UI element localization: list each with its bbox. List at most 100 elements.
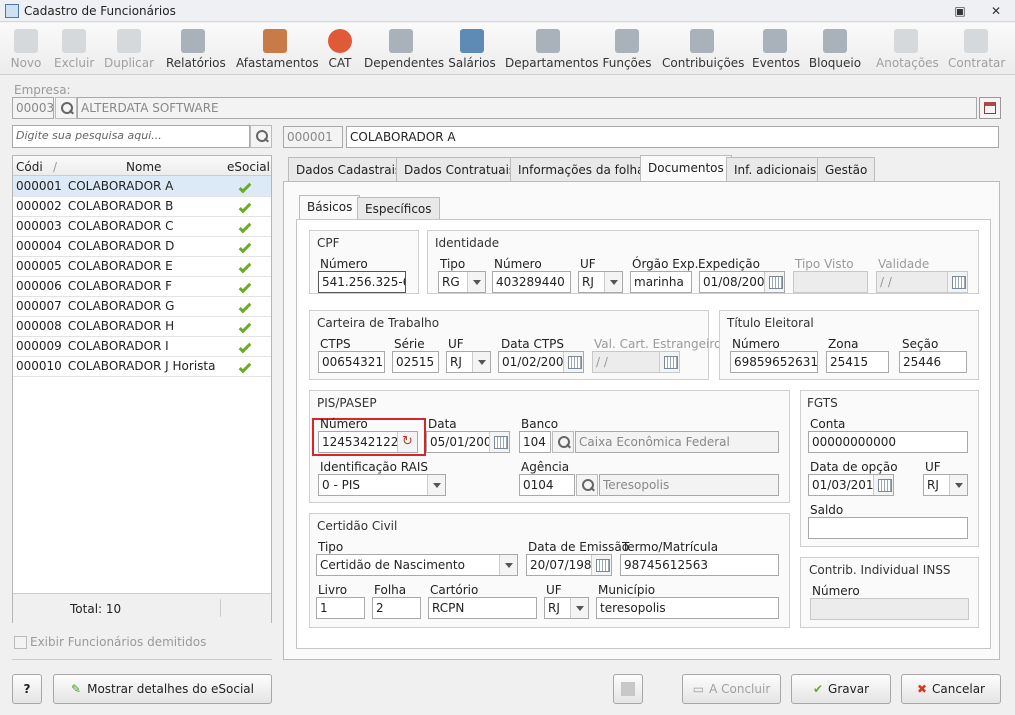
search-icon[interactable] [250,125,272,148]
identidade-tipo-select[interactable]: RG [438,271,486,293]
calendar-icon[interactable] [764,272,784,292]
certidao-emissao-input[interactable]: 20/07/1982 [526,554,612,576]
toolbar-eventos-button[interactable]: Eventos [752,29,800,73]
attach-icon [621,682,635,696]
identidade-numero-input[interactable]: 403289440 [492,271,571,293]
calendar-icon[interactable] [489,432,509,452]
toolbar-funcoes-button[interactable]: Funções [601,29,653,73]
table-row[interactable]: 000008 COLABORADOR H [13,316,271,337]
pis-banco-input[interactable]: 104 [519,431,551,453]
show-dismissed-checkbox[interactable] [14,636,27,649]
toolbar-excluir-button[interactable]: Excluir [54,29,94,73]
cpf-numero-input[interactable]: 541.256.325-69 [318,271,406,293]
pis-banco-label: Banco [521,417,559,431]
tab-informacoes-folha[interactable]: Informações da folha [510,157,653,181]
ctps-input[interactable]: 00654321 [318,351,385,373]
table-row[interactable]: 000002 COLABORADOR B [13,196,271,217]
table-row[interactable]: 000009 COLABORADOR I [13,336,271,357]
table-row[interactable]: 000005 COLABORADOR E [13,256,271,277]
check-icon [238,240,252,254]
col-header-esocial[interactable]: eSocial [227,160,270,174]
employee-table: 000001 COLABORADOR A 000002 COLABORADOR B 00… [13,176,271,377]
subtab-basicos[interactable]: Básicos [299,195,361,219]
tab-gestao[interactable]: Gestão [817,157,876,181]
row-name: COLABORADOR F [64,276,225,297]
titulo-numero-input[interactable]: 69859652631156 [730,351,818,373]
identidade-uf-select[interactable]: RJ [578,271,623,293]
titulo-zona-input[interactable]: 25415 [826,351,889,373]
close-icon[interactable]: ✕ [988,3,1004,19]
ctps-data-input[interactable]: 01/02/2001 [498,351,584,373]
refresh-icon[interactable]: ↻ [397,432,417,452]
row-code: 000004 [13,236,65,257]
attach-button[interactable] [613,674,643,704]
ctps-uf-select[interactable]: RJ [446,351,491,373]
certidao-tipo-select[interactable]: Certidão de Nascimento [316,554,518,576]
col-header-code[interactable]: Códi [16,160,43,174]
pis-rais-select[interactable]: 0 - PIS [318,474,446,496]
toolbar-duplicar-button[interactable]: Duplicar [104,29,154,73]
fgts-data-input[interactable]: 01/03/2013 [808,474,894,496]
fgts-saldo-input[interactable] [808,517,968,539]
toolbar-relatorios-button[interactable]: Relatórios [166,29,226,73]
esocial-status [224,296,271,317]
help-button[interactable]: ? [12,674,42,704]
toolbar-contribuicoes-button[interactable]: Contribuições [662,29,744,73]
toolbar-bloqueio-button[interactable]: Bloqueio [808,29,862,73]
search-input[interactable]: Digite sua pesquisa aqui... [12,125,250,148]
toolbar-cat-button[interactable]: CAT [324,29,356,73]
esocial-details-button[interactable]: ✎ Mostrar detalhes do eSocial [53,674,272,704]
employee-name-field[interactable]: COLABORADOR A [346,126,999,148]
certidao-folha-input[interactable]: 2 [372,597,421,619]
subtab-especificos[interactable]: Específicos [357,197,440,219]
empresa-search-icon[interactable] [55,97,77,119]
identidade-expedicao-input[interactable]: 01/08/2000 [699,271,785,293]
table-row[interactable]: 000010 COLABORADOR J Horista [13,356,271,377]
note-icon [894,29,918,53]
tab-dados-cadastrais[interactable]: Dados Cadastrais [288,157,410,181]
toolbar-departamentos-button[interactable]: Departamentos [505,29,599,73]
certidao-cartorio-input[interactable]: RCPN [428,597,537,619]
window-title: Cadastro de Funcionários [24,4,176,18]
certidao-livro-input[interactable]: 1 [316,597,365,619]
toolbar-afastamentos-button[interactable]: Afastamentos [236,29,319,73]
titulo-secao-input[interactable]: 25446 [899,351,967,373]
certidao-uf-select[interactable]: RJ [544,597,589,619]
check-icon [238,180,252,194]
fgts-conta-input[interactable]: 00000000000 [808,431,968,453]
tab-documentos[interactable]: Documentos [640,155,732,181]
toolbar-salarios-button[interactable]: Salários [448,29,496,73]
calendar-icon[interactable] [563,352,583,372]
save-button[interactable]: ✔ Gravar [791,674,891,704]
toolbar-novo-button[interactable]: Novo [8,29,44,73]
table-row[interactable]: 000007 COLABORADOR G [13,296,271,317]
tab-dados-contratuais[interactable]: Dados Contratuais [396,157,524,181]
fgts-uf-select[interactable]: RJ [923,474,968,496]
pis-data-input[interactable]: 05/01/2003 [426,431,510,453]
agencia-search-icon[interactable] [576,474,598,496]
toolbar-dependentes-button[interactable]: Dependentes [364,29,444,73]
calendar-icon[interactable] [591,555,611,575]
banco-search-icon[interactable] [552,431,574,453]
certidao-municipio-input[interactable]: teresopolis [596,597,779,619]
cancel-button[interactable]: ✖ Cancelar [901,674,1001,704]
col-header-name[interactable]: Nome [126,160,161,174]
calendar-icon[interactable] [873,475,893,495]
toolbar-contratar-button[interactable]: Contratar [948,29,1005,73]
identidade-orgao-input[interactable]: marinha [630,271,692,293]
table-row[interactable]: 000006 COLABORADOR F [13,276,271,297]
ctps-serie-input[interactable]: 02515 [392,351,439,373]
pis-numero-input[interactable]: 12453421222 ↻ [318,431,418,453]
table-row[interactable]: 000004 COLABORADOR D [13,236,271,257]
empresa-code-field[interactable]: 00003 [12,97,54,119]
pis-agencia-input[interactable]: 0104 [519,474,575,496]
table-row[interactable]: 000001 COLABORADOR A [13,176,271,197]
restore-icon[interactable]: ▣ [952,3,968,19]
certidao-termo-input[interactable]: 98745612563 [620,554,779,576]
tab-inf-adicionais[interactable]: Inf. adicionais [726,157,825,181]
toolbar-anotacoes-button[interactable]: Anotações [876,29,939,73]
empresa-calendar-button[interactable] [979,97,1001,119]
table-row[interactable]: 000003 COLABORADOR C [13,216,271,237]
chevron-down-icon [427,475,445,495]
concluir-button[interactable]: ▭ A Concluir [682,674,781,704]
